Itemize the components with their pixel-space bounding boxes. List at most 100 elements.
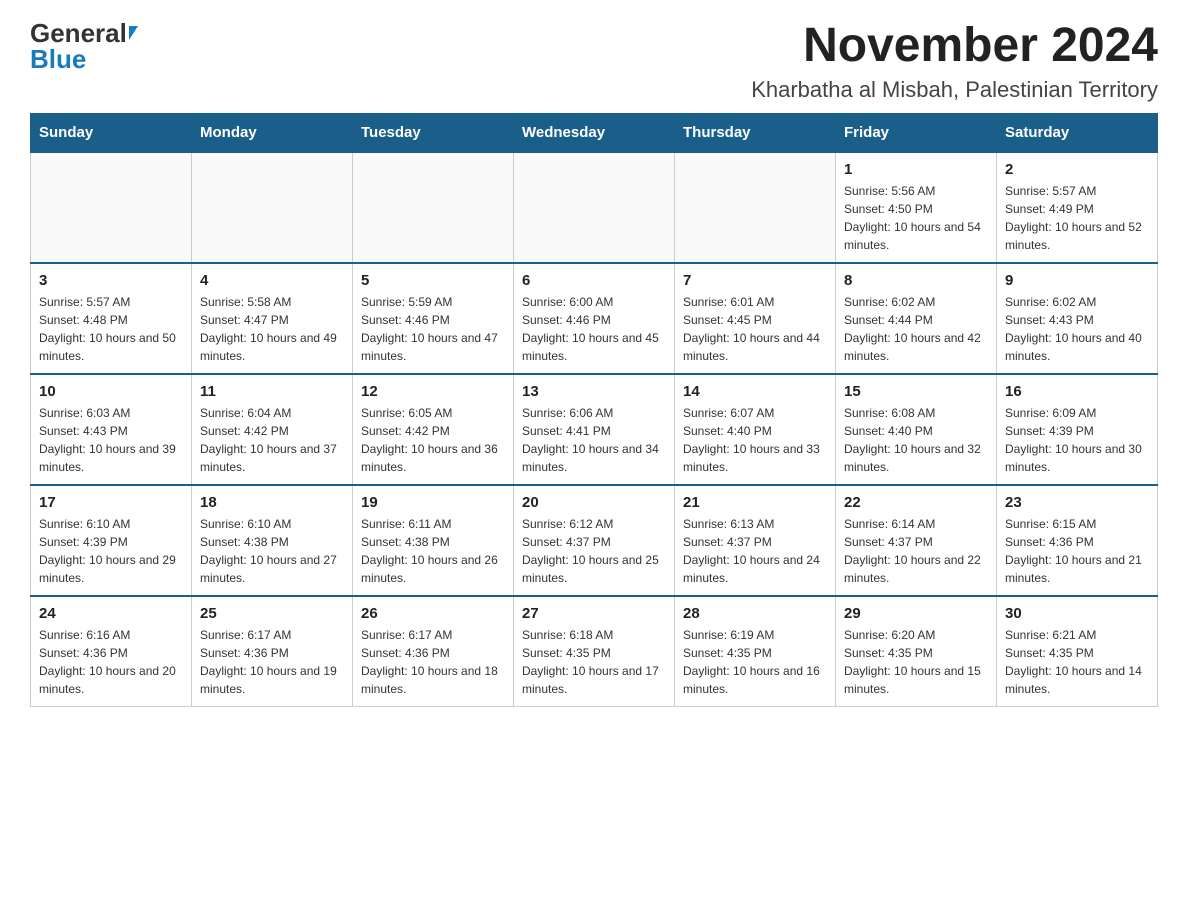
header-day-thursday: Thursday	[675, 113, 836, 152]
page-subtitle: Kharbatha al Misbah, Palestinian Territo…	[751, 77, 1158, 103]
day-info: Sunrise: 6:04 AMSunset: 4:42 PMDaylight:…	[200, 404, 344, 476]
day-number: 14	[683, 383, 827, 400]
calendar-table: SundayMondayTuesdayWednesdayThursdayFrid…	[30, 113, 1158, 707]
day-number: 17	[39, 494, 183, 511]
header-row: SundayMondayTuesdayWednesdayThursdayFrid…	[31, 113, 1158, 152]
day-number: 28	[683, 605, 827, 622]
day-number: 15	[844, 383, 988, 400]
calendar-cell	[353, 152, 514, 263]
day-info: Sunrise: 6:16 AMSunset: 4:36 PMDaylight:…	[39, 626, 183, 698]
day-number: 12	[361, 383, 505, 400]
day-number: 29	[844, 605, 988, 622]
day-info: Sunrise: 6:11 AMSunset: 4:38 PMDaylight:…	[361, 515, 505, 587]
day-info: Sunrise: 5:57 AMSunset: 4:49 PMDaylight:…	[1005, 182, 1149, 254]
day-number: 4	[200, 272, 344, 289]
day-number: 13	[522, 383, 666, 400]
calendar-cell	[514, 152, 675, 263]
day-info: Sunrise: 6:13 AMSunset: 4:37 PMDaylight:…	[683, 515, 827, 587]
calendar-cell: 29 Sunrise: 6:20 AMSunset: 4:35 PMDayligh…	[836, 596, 997, 707]
day-number: 9	[1005, 272, 1149, 289]
day-info: Sunrise: 6:01 AMSunset: 4:45 PMDaylight:…	[683, 293, 827, 365]
calendar-cell: 21 Sunrise: 6:13 AMSunset: 4:37 PMDayligh…	[675, 485, 836, 596]
day-info: Sunrise: 6:15 AMSunset: 4:36 PMDaylight:…	[1005, 515, 1149, 587]
day-number: 7	[683, 272, 827, 289]
calendar-cell: 25 Sunrise: 6:17 AMSunset: 4:36 PMDayligh…	[192, 596, 353, 707]
logo-triangle-icon	[129, 26, 138, 40]
header-day-saturday: Saturday	[997, 113, 1158, 152]
calendar-cell: 30 Sunrise: 6:21 AMSunset: 4:35 PMDayligh…	[997, 596, 1158, 707]
day-number: 21	[683, 494, 827, 511]
day-number: 25	[200, 605, 344, 622]
title-area: November 2024 Kharbatha al Misbah, Pales…	[751, 20, 1158, 103]
calendar-cell: 18 Sunrise: 6:10 AMSunset: 4:38 PMDayligh…	[192, 485, 353, 596]
day-number: 10	[39, 383, 183, 400]
day-info: Sunrise: 6:03 AMSunset: 4:43 PMDaylight:…	[39, 404, 183, 476]
calendar-cell: 2 Sunrise: 5:57 AMSunset: 4:49 PMDaylight…	[997, 152, 1158, 263]
day-info: Sunrise: 5:57 AMSunset: 4:48 PMDaylight:…	[39, 293, 183, 365]
calendar-cell: 27 Sunrise: 6:18 AMSunset: 4:35 PMDayligh…	[514, 596, 675, 707]
calendar-cell: 19Sunrise: 6:11 AMSunset: 4:38 PMDayligh…	[353, 485, 514, 596]
day-number: 6	[522, 272, 666, 289]
day-info: Sunrise: 6:06 AMSunset: 4:41 PMDaylight:…	[522, 404, 666, 476]
day-number: 23	[1005, 494, 1149, 511]
day-number: 24	[39, 605, 183, 622]
calendar-cell: 20 Sunrise: 6:12 AMSunset: 4:37 PMDayligh…	[514, 485, 675, 596]
day-info: Sunrise: 6:18 AMSunset: 4:35 PMDaylight:…	[522, 626, 666, 698]
day-info: Sunrise: 6:12 AMSunset: 4:37 PMDaylight:…	[522, 515, 666, 587]
day-number: 27	[522, 605, 666, 622]
logo-general-text: General	[30, 20, 127, 46]
calendar-cell	[675, 152, 836, 263]
day-number: 3	[39, 272, 183, 289]
calendar-body: 1 Sunrise: 5:56 AMSunset: 4:50 PMDaylight…	[31, 152, 1158, 707]
day-info: Sunrise: 6:17 AMSunset: 4:36 PMDaylight:…	[200, 626, 344, 698]
day-info: Sunrise: 6:20 AMSunset: 4:35 PMDaylight:…	[844, 626, 988, 698]
header-day-friday: Friday	[836, 113, 997, 152]
calendar-cell: 28 Sunrise: 6:19 AMSunset: 4:35 PMDayligh…	[675, 596, 836, 707]
calendar-cell: 12 Sunrise: 6:05 AMSunset: 4:42 PMDayligh…	[353, 374, 514, 485]
day-number: 22	[844, 494, 988, 511]
calendar-cell: 16Sunrise: 6:09 AMSunset: 4:39 PMDayligh…	[997, 374, 1158, 485]
day-info: Sunrise: 6:07 AMSunset: 4:40 PMDaylight:…	[683, 404, 827, 476]
day-info: Sunrise: 6:19 AMSunset: 4:35 PMDaylight:…	[683, 626, 827, 698]
day-info: Sunrise: 5:56 AMSunset: 4:50 PMDaylight:…	[844, 182, 988, 254]
day-number: 8	[844, 272, 988, 289]
calendar-cell: 9Sunrise: 6:02 AMSunset: 4:43 PMDaylight…	[997, 263, 1158, 374]
calendar-cell: 17 Sunrise: 6:10 AMSunset: 4:39 PMDayligh…	[31, 485, 192, 596]
calendar-cell: 3 Sunrise: 5:57 AMSunset: 4:48 PMDaylight…	[31, 263, 192, 374]
day-info: Sunrise: 6:05 AMSunset: 4:42 PMDaylight:…	[361, 404, 505, 476]
day-info: Sunrise: 6:17 AMSunset: 4:36 PMDaylight:…	[361, 626, 505, 698]
calendar-cell: 22 Sunrise: 6:14 AMSunset: 4:37 PMDayligh…	[836, 485, 997, 596]
calendar-cell: 26 Sunrise: 6:17 AMSunset: 4:36 PMDayligh…	[353, 596, 514, 707]
calendar-cell: 6 Sunrise: 6:00 AMSunset: 4:46 PMDaylight…	[514, 263, 675, 374]
day-info: Sunrise: 6:21 AMSunset: 4:35 PMDaylight:…	[1005, 626, 1149, 698]
day-number: 30	[1005, 605, 1149, 622]
calendar-week-2: 3 Sunrise: 5:57 AMSunset: 4:48 PMDaylight…	[31, 263, 1158, 374]
calendar-cell: 5Sunrise: 5:59 AMSunset: 4:46 PMDaylight…	[353, 263, 514, 374]
day-info: Sunrise: 6:10 AMSunset: 4:38 PMDaylight:…	[200, 515, 344, 587]
day-number: 5	[361, 272, 505, 289]
day-info: Sunrise: 6:09 AMSunset: 4:39 PMDaylight:…	[1005, 404, 1149, 476]
day-number: 2	[1005, 161, 1149, 178]
day-info: Sunrise: 5:58 AMSunset: 4:47 PMDaylight:…	[200, 293, 344, 365]
day-info: Sunrise: 6:02 AMSunset: 4:44 PMDaylight:…	[844, 293, 988, 365]
logo-blue-text: Blue	[30, 46, 86, 72]
calendar-cell: 23 Sunrise: 6:15 AMSunset: 4:36 PMDayligh…	[997, 485, 1158, 596]
day-number: 11	[200, 383, 344, 400]
calendar-cell	[31, 152, 192, 263]
day-number: 26	[361, 605, 505, 622]
calendar-cell: 15Sunrise: 6:08 AMSunset: 4:40 PMDayligh…	[836, 374, 997, 485]
day-number: 20	[522, 494, 666, 511]
day-info: Sunrise: 6:00 AMSunset: 4:46 PMDaylight:…	[522, 293, 666, 365]
day-info: Sunrise: 6:10 AMSunset: 4:39 PMDaylight:…	[39, 515, 183, 587]
calendar-cell: 14 Sunrise: 6:07 AMSunset: 4:40 PMDayligh…	[675, 374, 836, 485]
day-number: 1	[844, 161, 988, 178]
calendar-cell: 24 Sunrise: 6:16 AMSunset: 4:36 PMDayligh…	[31, 596, 192, 707]
calendar-header: SundayMondayTuesdayWednesdayThursdayFrid…	[31, 113, 1158, 152]
calendar-week-4: 17 Sunrise: 6:10 AMSunset: 4:39 PMDayligh…	[31, 485, 1158, 596]
day-info: Sunrise: 6:14 AMSunset: 4:37 PMDaylight:…	[844, 515, 988, 587]
calendar-week-3: 10 Sunrise: 6:03 AMSunset: 4:43 PMDayligh…	[31, 374, 1158, 485]
header-day-sunday: Sunday	[31, 113, 192, 152]
header-day-wednesday: Wednesday	[514, 113, 675, 152]
day-number: 18	[200, 494, 344, 511]
page-header: General Blue November 2024 Kharbatha al …	[30, 20, 1158, 103]
